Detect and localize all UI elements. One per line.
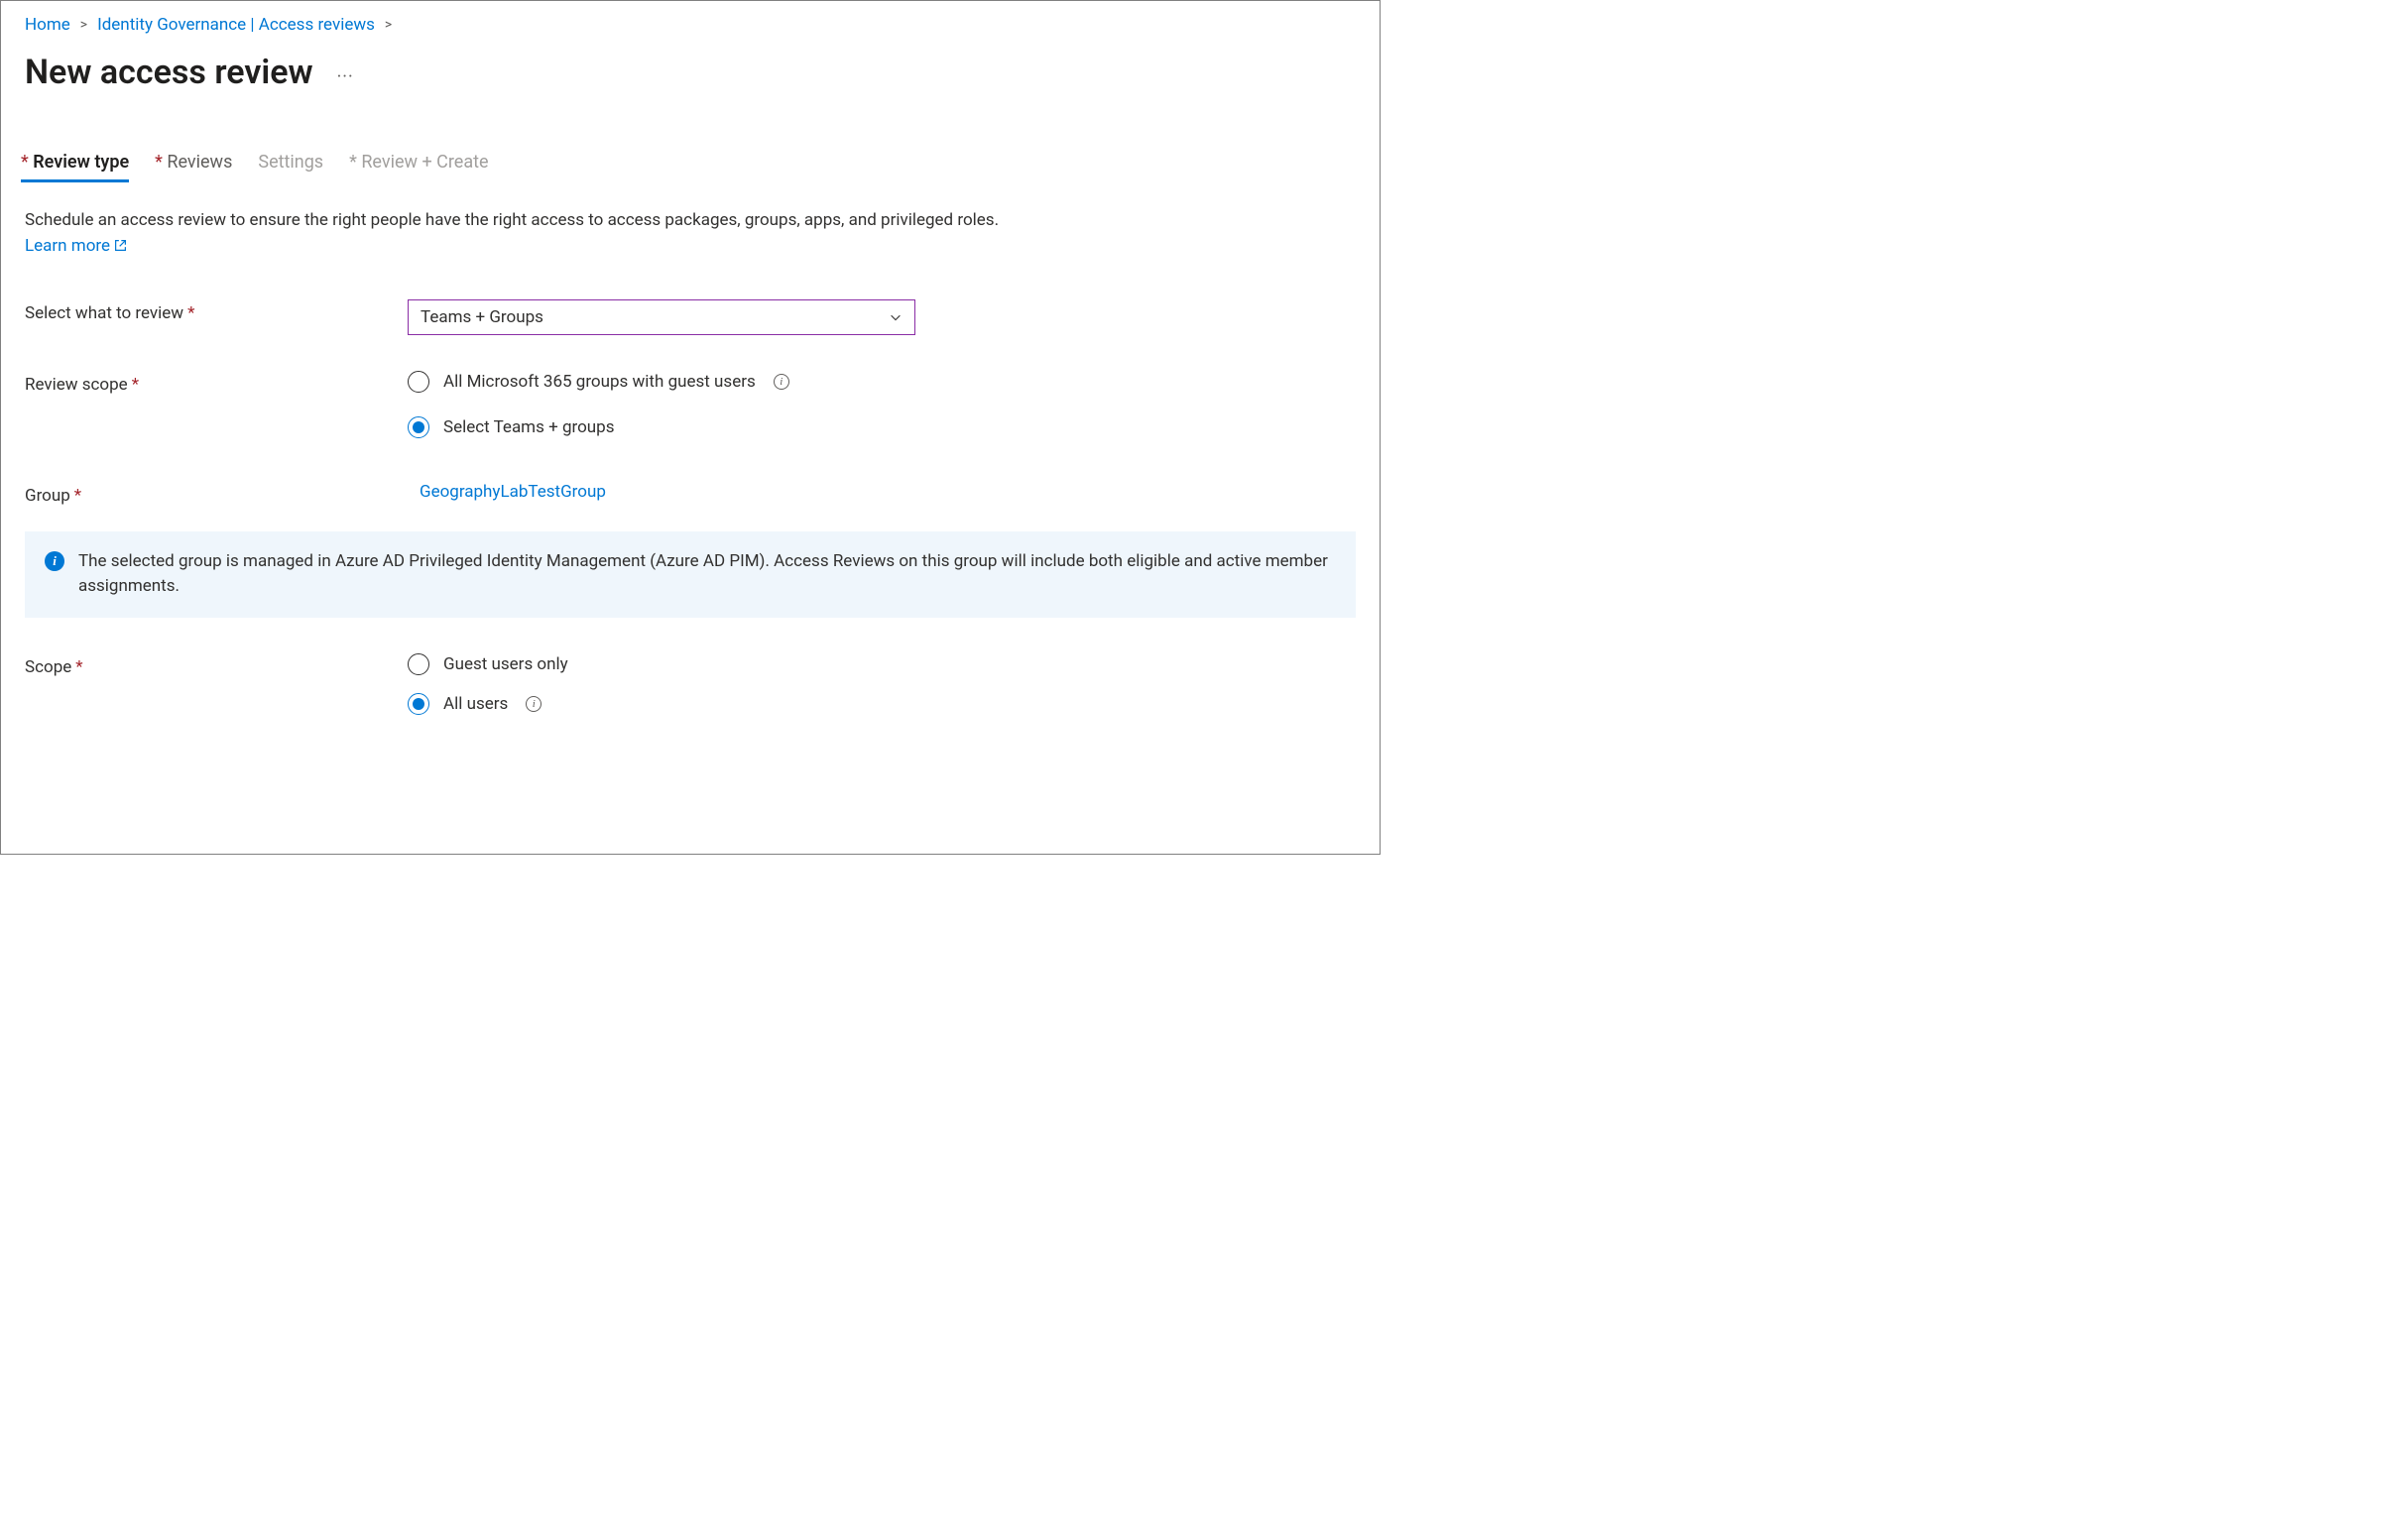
breadcrumb-home[interactable]: Home [25, 15, 70, 35]
breadcrumb-identity-governance[interactable]: Identity Governance | Access reviews [97, 15, 375, 35]
tab-settings: Settings [258, 152, 323, 182]
radio-circle-icon [408, 653, 429, 675]
radio-label: Select Teams + groups [443, 417, 614, 437]
external-link-icon [114, 239, 127, 252]
info-icon[interactable]: i [526, 696, 542, 712]
radio-select-teams-groups[interactable]: Select Teams + groups [408, 416, 1356, 438]
breadcrumb-separator: > [385, 17, 392, 33]
breadcrumb: Home > Identity Governance | Access revi… [25, 15, 1356, 35]
page-title: New access review [25, 53, 313, 92]
radio-circle-icon [408, 693, 429, 715]
group-link[interactable]: GeographyLabTestGroup [408, 482, 606, 502]
tab-review-type[interactable]: Review type [21, 152, 129, 182]
tab-reviews[interactable]: Reviews [155, 152, 232, 182]
breadcrumb-separator: > [80, 17, 87, 33]
radio-label: All users [443, 694, 508, 714]
info-banner-text: The selected group is managed in Azure A… [78, 549, 1336, 600]
info-icon[interactable]: i [774, 374, 789, 390]
radio-all-users[interactable]: All users i [408, 693, 1356, 715]
tabs: Review type Reviews Settings Review + Cr… [21, 152, 1356, 182]
radio-guest-users-only[interactable]: Guest users only [408, 653, 1356, 675]
label-review-scope: Review scope* [25, 371, 408, 395]
intro-text: Schedule an access review to ensure the … [25, 208, 1356, 234]
select-what-to-review-dropdown[interactable]: Teams + Groups [408, 299, 915, 335]
chevron-down-icon [889, 310, 903, 324]
radio-all-m365-groups[interactable]: All Microsoft 365 groups with guest user… [408, 371, 1356, 393]
radio-circle-icon [408, 416, 429, 438]
radio-label: All Microsoft 365 groups with guest user… [443, 372, 756, 392]
learn-more-label: Learn more [25, 236, 110, 256]
label-group: Group* [25, 482, 408, 506]
label-select-what-to-review: Select what to review* [25, 299, 408, 323]
radio-label: Guest users only [443, 654, 568, 674]
more-actions-icon[interactable]: ··· [337, 66, 354, 87]
dropdown-value: Teams + Groups [421, 307, 543, 327]
label-scope: Scope* [25, 653, 408, 677]
info-banner-icon: i [45, 551, 64, 571]
learn-more-link[interactable]: Learn more [25, 236, 127, 256]
radio-circle-icon [408, 371, 429, 393]
tab-review-create: Review + Create [349, 152, 488, 182]
info-banner: i The selected group is managed in Azure… [25, 531, 1356, 618]
